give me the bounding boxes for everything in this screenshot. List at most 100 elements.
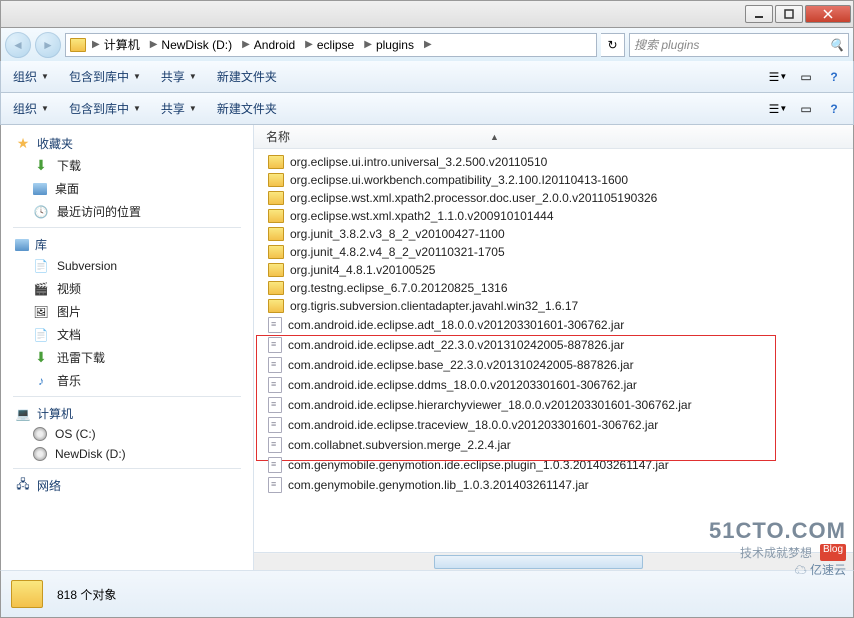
jar-file-icon bbox=[268, 437, 282, 453]
drive-icon bbox=[33, 427, 47, 441]
file-name: com.android.ide.eclipse.base_22.3.0.v201… bbox=[288, 358, 634, 372]
file-name: com.android.ide.eclipse.adt_18.0.0.v2012… bbox=[288, 318, 624, 332]
command-bar-duplicate: 组织▼ 包含到库中▼ 共享▼ 新建文件夹 ☰▼ ▭ ? bbox=[0, 93, 854, 125]
nav-forward-button[interactable]: ► bbox=[35, 32, 61, 58]
include-button[interactable]: 包含到库中▼ bbox=[65, 98, 145, 119]
breadcrumb-item[interactable]: ▶plugins bbox=[360, 38, 418, 52]
horizontal-scrollbar[interactable] bbox=[254, 552, 853, 570]
favorites-header[interactable]: ★收藏夹 bbox=[1, 131, 253, 154]
folder-icon bbox=[268, 245, 284, 259]
sidebar-item-drive-c[interactable]: OS (C:) bbox=[1, 424, 253, 444]
svn-icon: 📄 bbox=[33, 258, 49, 274]
sidebar-item-downloads[interactable]: ⬇下载 bbox=[1, 154, 253, 177]
newfolder-button[interactable]: 新建文件夹 bbox=[213, 98, 281, 119]
search-icon: 🔍 bbox=[829, 38, 844, 52]
file-row[interactable]: com.android.ide.eclipse.ddms_18.0.0.v201… bbox=[254, 375, 853, 395]
file-row[interactable]: com.android.ide.eclipse.hierarchyviewer_… bbox=[254, 395, 853, 415]
jar-file-icon bbox=[268, 477, 282, 493]
breadcrumb[interactable]: ▶计算机 ▶NewDisk (D:) ▶Android ▶eclipse ▶pl… bbox=[65, 33, 597, 57]
include-button[interactable]: 包含到库中▼ bbox=[65, 66, 145, 87]
sidebar-item-recent[interactable]: 🕓最近访问的位置 bbox=[1, 200, 253, 223]
file-row[interactable]: com.collabnet.subversion.merge_2.2.4.jar bbox=[254, 435, 853, 455]
organize-button[interactable]: 组织▼ bbox=[9, 66, 53, 87]
breadcrumb-item[interactable]: ▶计算机 bbox=[88, 36, 144, 53]
computer-icon: 💻 bbox=[15, 406, 31, 422]
column-header-name[interactable]: 名称▲ bbox=[254, 125, 853, 149]
help-button[interactable]: ? bbox=[823, 98, 845, 120]
folder-icon bbox=[268, 209, 284, 223]
maximize-button[interactable] bbox=[775, 5, 803, 23]
file-row[interactable]: com.genymobile.genymotion.ide.eclipse.pl… bbox=[254, 455, 853, 475]
sidebar-item-drive-d[interactable]: NewDisk (D:) bbox=[1, 444, 253, 464]
share-button[interactable]: 共享▼ bbox=[157, 98, 201, 119]
file-row[interactable]: com.android.ide.eclipse.traceview_18.0.0… bbox=[254, 415, 853, 435]
content-pane: 名称▲ org.eclipse.ui.intro.universal_3.2.5… bbox=[254, 125, 853, 570]
address-bar-row: ◄ ► ▶计算机 ▶NewDisk (D:) ▶Android ▶eclipse… bbox=[0, 28, 854, 61]
folder-icon bbox=[11, 580, 43, 608]
file-row[interactable]: org.junit4_4.8.1.v20100525 bbox=[254, 261, 853, 279]
libraries-header[interactable]: 库 bbox=[1, 232, 253, 255]
close-button[interactable] bbox=[805, 5, 851, 23]
folder-icon bbox=[268, 263, 284, 277]
file-row[interactable]: com.android.ide.eclipse.base_22.3.0.v201… bbox=[254, 355, 853, 375]
breadcrumb-item[interactable]: ▶NewDisk (D:) bbox=[146, 38, 236, 52]
file-row[interactable]: org.testng.eclipse_6.7.0.20120825_1316 bbox=[254, 279, 853, 297]
file-row[interactable]: org.eclipse.ui.intro.universal_3.2.500.v… bbox=[254, 153, 853, 171]
recent-icon: 🕓 bbox=[33, 204, 49, 220]
file-name: com.genymobile.genymotion.ide.eclipse.pl… bbox=[288, 458, 669, 472]
main-area: ★收藏夹 ⬇下载 桌面 🕓最近访问的位置 库 📄Subversion 🎬视频 🖼… bbox=[0, 125, 854, 570]
breadcrumb-item[interactable]: ▶Android bbox=[238, 38, 299, 52]
xunlei-icon: ⬇ bbox=[33, 350, 49, 366]
folder-icon bbox=[268, 299, 284, 313]
minimize-button[interactable] bbox=[745, 5, 773, 23]
file-row[interactable]: org.eclipse.ui.workbench.compatibility_3… bbox=[254, 171, 853, 189]
search-input[interactable]: 搜索 plugins 🔍 bbox=[629, 33, 849, 57]
sidebar-item-desktop[interactable]: 桌面 bbox=[1, 177, 253, 200]
preview-pane-button[interactable]: ▭ bbox=[795, 66, 817, 88]
window-titlebar bbox=[0, 0, 854, 28]
sidebar-item-xunlei[interactable]: ⬇迅雷下载 bbox=[1, 346, 253, 369]
file-name: com.collabnet.subversion.merge_2.2.4.jar bbox=[288, 438, 511, 452]
breadcrumb-item[interactable]: ▶eclipse bbox=[301, 38, 358, 52]
newfolder-button[interactable]: 新建文件夹 bbox=[213, 66, 281, 87]
file-row[interactable]: org.eclipse.wst.xml.xpath2_1.1.0.v200910… bbox=[254, 207, 853, 225]
sidebar-item-documents[interactable]: 📄文档 bbox=[1, 323, 253, 346]
file-row[interactable]: org.junit_3.8.2.v3_8_2_v20100427-1100 bbox=[254, 225, 853, 243]
file-name: com.android.ide.eclipse.ddms_18.0.0.v201… bbox=[288, 378, 637, 392]
file-row[interactable]: com.android.ide.eclipse.adt_22.3.0.v2013… bbox=[254, 335, 853, 355]
view-button[interactable]: ☰▼ bbox=[767, 98, 789, 120]
file-name: com.android.ide.eclipse.adt_22.3.0.v2013… bbox=[288, 338, 624, 352]
network-header[interactable]: 🖧网络 bbox=[1, 473, 253, 496]
file-row[interactable]: com.genymobile.genymotion.lib_1.0.3.2014… bbox=[254, 475, 853, 495]
nav-back-button[interactable]: ◄ bbox=[5, 32, 31, 58]
file-row[interactable]: org.eclipse.wst.xml.xpath2.processor.doc… bbox=[254, 189, 853, 207]
file-name: org.eclipse.wst.xml.xpath2.processor.doc… bbox=[290, 191, 657, 205]
document-icon: 📄 bbox=[33, 327, 49, 343]
organize-button[interactable]: 组织▼ bbox=[9, 98, 53, 119]
status-bar: 818 个对象 bbox=[1, 571, 853, 617]
file-row[interactable]: org.junit_4.8.2.v4_8_2_v20110321-1705 bbox=[254, 243, 853, 261]
sidebar-item-videos[interactable]: 🎬视频 bbox=[1, 277, 253, 300]
file-row[interactable]: org.tigris.subversion.clientadapter.java… bbox=[254, 297, 853, 315]
file-list: org.eclipse.ui.intro.universal_3.2.500.v… bbox=[254, 149, 853, 552]
computer-header[interactable]: 💻计算机 bbox=[1, 401, 253, 424]
share-button[interactable]: 共享▼ bbox=[157, 66, 201, 87]
preview-pane-button[interactable]: ▭ bbox=[795, 98, 817, 120]
folder-icon bbox=[268, 281, 284, 295]
video-icon: 🎬 bbox=[33, 281, 49, 297]
folder-icon bbox=[268, 227, 284, 241]
sidebar-item-pictures[interactable]: 🖼图片 bbox=[1, 300, 253, 323]
file-name: org.junit_3.8.2.v3_8_2_v20100427-1100 bbox=[290, 227, 505, 241]
file-name: org.tigris.subversion.clientadapter.java… bbox=[290, 299, 578, 313]
help-button[interactable]: ? bbox=[823, 66, 845, 88]
file-row[interactable]: com.android.ide.eclipse.adt_18.0.0.v2012… bbox=[254, 315, 853, 335]
status-text: 818 个对象 bbox=[57, 586, 116, 603]
refresh-button[interactable]: ↻ bbox=[601, 33, 625, 57]
file-name: com.genymobile.genymotion.lib_1.0.3.2014… bbox=[288, 478, 589, 492]
sidebar-item-subversion[interactable]: 📄Subversion bbox=[1, 255, 253, 277]
sidebar-item-music[interactable]: ♪音乐 bbox=[1, 369, 253, 392]
scrollbar-thumb[interactable] bbox=[434, 555, 644, 569]
breadcrumb-more[interactable]: ▶ bbox=[420, 39, 436, 50]
view-button[interactable]: ☰▼ bbox=[767, 66, 789, 88]
search-placeholder: 搜索 plugins bbox=[634, 36, 699, 53]
